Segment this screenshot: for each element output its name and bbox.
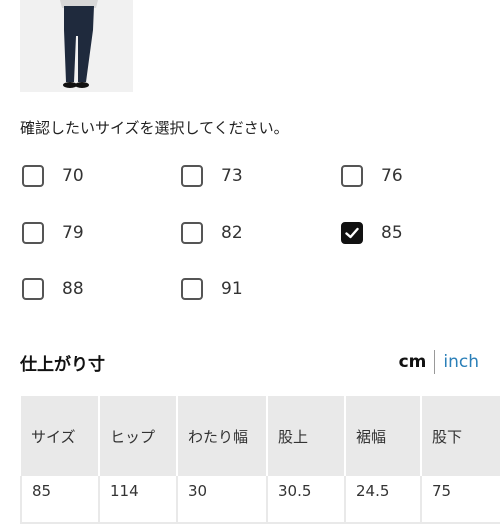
column-header-size: サイズ — [21, 396, 100, 476]
unit-toggle: cm inch — [399, 350, 479, 374]
size-label: 70 — [62, 166, 84, 186]
size-checkbox-checked[interactable] — [341, 222, 363, 244]
size-option-grid: 70 73 76 79 82 85 88 91 — [0, 0, 500, 330]
size-label: 76 — [381, 166, 403, 186]
size-checkbox[interactable] — [22, 278, 44, 300]
size-option-82[interactable]: 82 — [181, 222, 243, 244]
size-option-73[interactable]: 73 — [181, 165, 243, 187]
unit-inch-link[interactable]: inch — [443, 352, 479, 372]
size-label: 79 — [62, 223, 84, 243]
size-checkbox[interactable] — [181, 278, 203, 300]
column-header-rise: 股上 — [267, 396, 346, 476]
size-label: 82 — [221, 223, 243, 243]
unit-divider — [434, 350, 436, 374]
finished-size-title: 仕上がり寸 — [20, 355, 105, 375]
column-header-hip: ヒップ — [99, 396, 178, 476]
size-table: サイズ ヒップ わたり幅 股上 裾幅 股下 85 114 30 30.5 24.… — [20, 396, 500, 524]
size-option-85[interactable]: 85 — [341, 222, 403, 244]
column-header-thigh-width: わたり幅 — [177, 396, 268, 476]
size-label: 88 — [62, 279, 84, 299]
column-header-hem-width: 裾幅 — [345, 396, 422, 476]
size-checkbox[interactable] — [341, 165, 363, 187]
size-option-91[interactable]: 91 — [181, 278, 243, 300]
unit-cm-option[interactable]: cm — [399, 352, 427, 372]
size-option-79[interactable]: 79 — [22, 222, 84, 244]
size-label: 91 — [221, 279, 243, 299]
column-header-inseam: 股下 — [421, 396, 500, 476]
size-option-70[interactable]: 70 — [22, 165, 84, 187]
size-option-88[interactable]: 88 — [22, 278, 84, 300]
size-option-76[interactable]: 76 — [341, 165, 403, 187]
size-label: 73 — [221, 166, 243, 186]
size-checkbox[interactable] — [22, 222, 44, 244]
table-header-row: サイズ ヒップ わたり幅 股上 裾幅 股下 — [21, 396, 500, 476]
size-checkbox[interactable] — [22, 165, 44, 187]
size-label: 85 — [381, 223, 403, 243]
check-icon — [345, 227, 359, 239]
size-checkbox[interactable] — [181, 165, 203, 187]
size-checkbox[interactable] — [181, 222, 203, 244]
